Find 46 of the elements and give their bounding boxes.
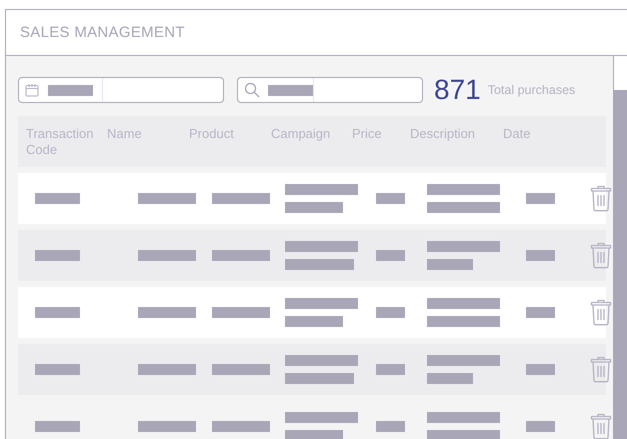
text-placeholder [376,250,405,261]
text-placeholder [138,250,196,261]
text-placeholder [526,421,555,432]
text-placeholder [427,373,473,384]
text-placeholder [526,193,555,204]
date-field[interactable] [18,77,224,103]
text-placeholder [427,259,473,270]
trash-icon[interactable] [590,413,612,439]
text-placeholder [35,421,80,432]
text-placeholder [35,307,80,318]
text-placeholder [376,307,405,318]
search-field[interactable] [237,77,423,103]
trash-icon[interactable] [590,185,612,212]
text-placeholder [526,364,555,375]
text-placeholder [285,202,343,213]
text-placeholder [138,307,196,318]
text-placeholder [35,364,80,375]
text-placeholder [376,421,405,432]
text-placeholder [526,307,555,318]
text-placeholder [138,421,196,432]
text-placeholder [48,84,93,96]
text-placeholder [526,250,555,261]
text-placeholder [212,193,270,204]
text-placeholder [376,193,405,204]
trash-icon[interactable] [590,242,612,269]
text-placeholder [35,250,80,261]
text-placeholder [285,373,354,384]
text-placeholder [212,250,270,261]
trash-icon[interactable] [590,356,612,383]
window-title: SALES MANAGEMENT [20,24,185,41]
text-placeholder [212,421,270,432]
text-placeholder [138,364,196,375]
text-placeholder [285,316,343,327]
trash-icon[interactable] [590,299,612,326]
text-placeholder [138,193,196,204]
calendar-icon [25,83,39,97]
text-placeholder [212,364,270,375]
text-placeholder [285,259,354,270]
text-placeholder [268,84,313,96]
purchase-count: 871 [434,77,481,103]
text-placeholder [285,430,343,439]
count-label: Total purchases [488,83,576,97]
text-placeholder [376,364,405,375]
search-icon [244,82,260,98]
text-placeholder [212,307,270,318]
text-placeholder [35,193,80,204]
